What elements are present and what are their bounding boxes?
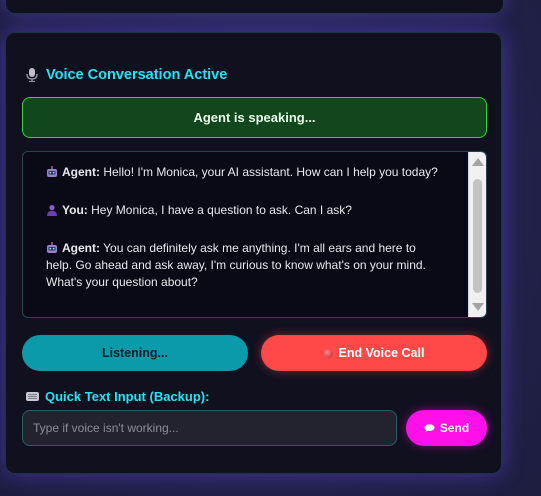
message-list: Agent: Hello! I'm Monica, your AI assist…	[23, 152, 468, 312]
panel-title: Voice Conversation Active	[46, 67, 228, 83]
message-item: You: Hey Monica, I have a question to as…	[46, 202, 444, 219]
keyboard-icon	[26, 392, 39, 401]
robot-icon	[47, 242, 57, 253]
message-item: Agent: You can definitely ask me anythin…	[46, 240, 444, 291]
speech-bubble-icon	[424, 424, 435, 432]
robot-icon	[47, 166, 57, 177]
message-item: Agent: Hello! I'm Monica, your AI assist…	[46, 164, 444, 181]
quick-text-input[interactable]	[22, 410, 397, 446]
scrollbar-thumb[interactable]	[473, 179, 482, 293]
panel-header: Voice Conversation Active	[26, 67, 227, 83]
message-text: Hey Monica, I have a question to ask. Ca…	[91, 203, 352, 217]
quick-input-label-text: Quick Text Input (Backup):	[45, 389, 210, 404]
message-text: Hello! I'm Monica, your AI assistant. Ho…	[103, 165, 438, 179]
microphone-icon	[26, 68, 38, 82]
status-text: Agent is speaking...	[193, 110, 316, 125]
previous-panel-edge	[5, 0, 504, 14]
listening-button[interactable]: Listening...	[22, 335, 248, 371]
quick-text-input-label: Quick Text Input (Backup):	[26, 389, 209, 404]
transcript-scrollbar[interactable]	[468, 152, 486, 317]
status-indicator: Agent is speaking...	[22, 97, 487, 138]
transcript-box[interactable]: Agent: Hello! I'm Monica, your AI assist…	[22, 151, 487, 318]
scroll-up-arrow-icon[interactable]	[472, 158, 484, 166]
message-speaker: Agent:	[62, 241, 100, 255]
end-call-button-label: End Voice Call	[338, 346, 425, 360]
voice-conversation-panel: Voice Conversation Active Agent is speak…	[5, 32, 502, 474]
user-icon	[47, 205, 57, 216]
listening-button-label: Listening...	[102, 346, 168, 360]
message-speaker: You:	[62, 203, 88, 217]
message-speaker: Agent:	[62, 165, 100, 179]
end-voice-call-button[interactable]: End Voice Call	[261, 335, 487, 371]
scroll-down-arrow-icon[interactable]	[472, 303, 484, 311]
red-circle-icon	[323, 348, 333, 358]
send-button-label: Send	[439, 421, 470, 435]
send-button[interactable]: Send	[406, 410, 487, 446]
message-text: You can definitely ask me anything. I'm …	[46, 241, 426, 289]
